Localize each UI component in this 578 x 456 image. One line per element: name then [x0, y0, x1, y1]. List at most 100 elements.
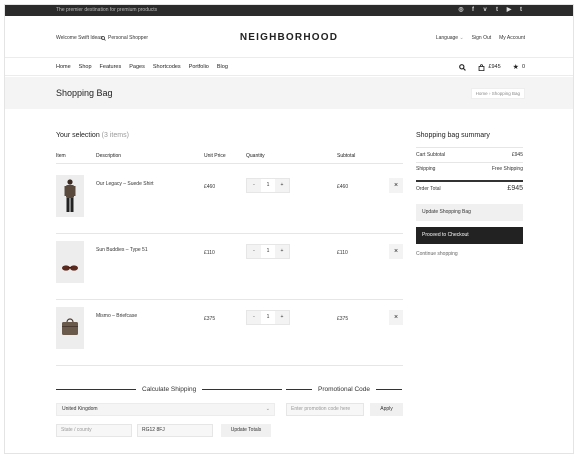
table-row: Our Legacy – Suede Shirt £460 - 1 + £460… [56, 167, 403, 233]
product-name[interactable]: Mismo – Briefcase [96, 313, 137, 319]
summary-divider [416, 147, 523, 148]
close-icon: × [393, 182, 399, 189]
star-icon: ★ [512, 64, 519, 71]
decrease-qty-button[interactable]: - [247, 179, 261, 192]
close-icon: × [393, 248, 399, 255]
breadcrumb-separator: › [488, 91, 491, 96]
page-title-bar: Shopping Bag Home › Shopping Bag [5, 77, 573, 109]
apply-promo-button[interactable]: Apply [370, 403, 403, 416]
chevron-down-icon: ⌄ [459, 35, 464, 41]
item-count: (3 items) [101, 132, 129, 139]
product-image-sunglasses[interactable] [56, 241, 84, 283]
selection-title: Your selection (3 items) [56, 132, 129, 139]
remove-item-button[interactable]: × [389, 310, 403, 325]
language-label: Language [435, 35, 459, 41]
increase-qty-button[interactable]: + [275, 311, 289, 324]
row-divider [56, 365, 403, 366]
summary-total-divider [416, 180, 523, 182]
promo-code-input[interactable]: Enter promotion code here [286, 403, 364, 416]
shipping-label: Shipping [416, 166, 436, 172]
search-icon[interactable] [459, 63, 467, 71]
continue-shopping-link[interactable]: Continue shopping [416, 251, 458, 257]
table-row: Sun Buddies – Type 51 £110 - 1 + £110 × [56, 233, 403, 299]
table-row: Mismo – Briefcase £375 - 1 + £375 × [56, 299, 403, 365]
cart-button[interactable]: £945 [478, 63, 501, 71]
twitter-icon[interactable]: t [493, 6, 501, 14]
page-frame: The premier destination for premium prod… [4, 4, 574, 454]
increase-qty-button[interactable]: + [275, 179, 289, 192]
calculate-shipping-title: Calculate Shipping [142, 386, 197, 393]
promo-code-heading: Promotional Code [286, 386, 403, 393]
remove-item-button[interactable]: × [389, 178, 403, 193]
cart-total: £945 [488, 64, 501, 70]
state-input[interactable]: State / county [56, 424, 132, 437]
product-name[interactable]: Our Legacy – Suede Shirt [96, 181, 154, 187]
breadcrumb-current: Shopping Bag [491, 91, 520, 96]
line-subtotal: £110 [337, 250, 348, 256]
promo-text: The premier destination for premium prod… [56, 7, 158, 13]
summary-shipping-row: Shipping Free Shipping [416, 166, 523, 172]
breadcrumb-home[interactable]: Home [476, 91, 488, 96]
close-icon: × [393, 314, 399, 321]
quantity-input[interactable]: 1 [261, 245, 275, 258]
quantity-input[interactable]: 1 [261, 179, 275, 192]
line-subtotal: £460 [337, 184, 349, 190]
calculate-shipping-heading: Calculate Shipping [56, 386, 283, 393]
country-select[interactable]: United Kingdom ⌄ [56, 403, 275, 416]
summary-divider [416, 162, 523, 163]
quantity-input[interactable]: 1 [261, 311, 275, 324]
wishlist-count: 0 [521, 64, 525, 70]
nav-item-pages[interactable]: Pages [129, 64, 145, 70]
line-subtotal: £375 [337, 316, 349, 322]
col-header-description: Description [96, 153, 122, 159]
unit-price: £460 [204, 184, 216, 190]
quantity-stepper: - 1 + [246, 178, 290, 193]
nav-menu: Home Shop Features Pages Shortcodes Port… [56, 64, 228, 70]
remove-item-button[interactable]: × [389, 244, 403, 259]
selection-label: Your selection [56, 132, 100, 139]
product-image-briefcase[interactable] [56, 307, 84, 349]
page-title: Shopping Bag [56, 88, 113, 98]
summary-title: Shopping bag summary [416, 132, 490, 139]
language-dropdown[interactable]: Language ⌄ [436, 35, 464, 41]
sign-out-link[interactable]: Sign Out [472, 35, 491, 41]
nav-item-blog[interactable]: Blog [217, 64, 228, 70]
col-header-price: Unit Price [204, 153, 226, 159]
col-header-item: Item [56, 153, 66, 159]
nav-item-portfolio[interactable]: Portfolio [189, 64, 209, 70]
decrease-qty-button[interactable]: - [247, 311, 261, 324]
vimeo-icon[interactable]: v [481, 6, 489, 14]
wishlist-button[interactable]: ★ 0 [513, 63, 525, 71]
nav-tools: £945 ★ 0 [459, 63, 525, 71]
total-value: £945 [507, 185, 523, 192]
summary-total-row: Order Total £945 [416, 185, 523, 192]
promo-code-title: Promotional Code [318, 386, 371, 393]
subtotal-label: Cart Subtotal [416, 152, 446, 158]
update-totals-button[interactable]: Update Totals [221, 424, 271, 437]
breadcrumb: Home › Shopping Bag [470, 88, 525, 99]
decrease-qty-button[interactable]: - [247, 245, 261, 258]
increase-qty-button[interactable]: + [275, 245, 289, 258]
unit-price: £375 [204, 316, 216, 322]
col-header-quantity: Quantity [246, 153, 265, 159]
update-bag-button[interactable]: Update Shopping Bag [416, 204, 523, 221]
facebook-icon[interactable]: f [469, 6, 477, 14]
nav-item-home[interactable]: Home [56, 64, 71, 70]
nav-item-shop[interactable]: Shop [79, 64, 92, 70]
nav-item-shortcodes[interactable]: Shortcodes [153, 64, 181, 70]
product-image-shirt[interactable] [56, 175, 84, 217]
dribbble-icon[interactable]: ◎ [457, 6, 465, 14]
my-account-link[interactable]: My Account [499, 35, 525, 41]
product-name[interactable]: Sun Buddies – Type 51 [96, 247, 148, 253]
nav-item-features[interactable]: Features [100, 64, 122, 70]
tumblr-icon[interactable]: t [517, 6, 525, 14]
heading-rule [56, 389, 136, 390]
youtube-icon[interactable]: ▶ [505, 6, 513, 14]
header-links: Language ⌄ Sign Out My Account [436, 35, 525, 41]
site-header: Welcome Swift Ideas Personal Shopper NEI… [5, 16, 573, 58]
chevron-down-icon: ⌄ [265, 406, 270, 412]
postcode-input[interactable]: RG12 8FJ [137, 424, 213, 437]
quantity-stepper: - 1 + [246, 244, 290, 259]
checkout-button[interactable]: Proceed to Checkout [416, 227, 523, 244]
summary-subtotal-row: Cart Subtotal £945 [416, 152, 523, 158]
